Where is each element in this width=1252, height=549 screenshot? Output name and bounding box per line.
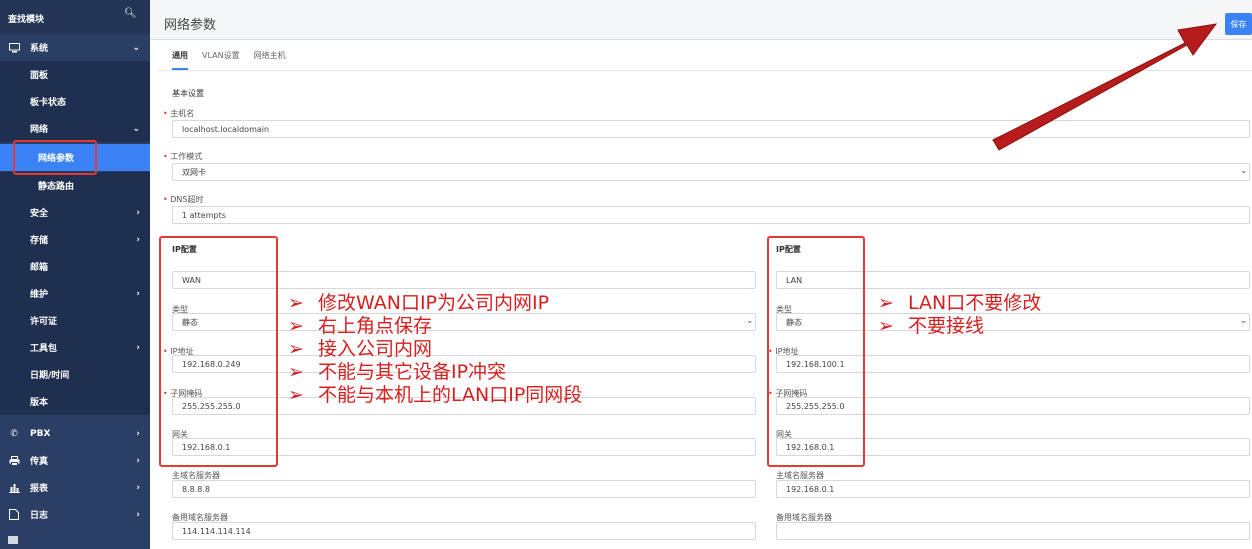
arrow-to-save-icon xyxy=(992,23,1218,151)
